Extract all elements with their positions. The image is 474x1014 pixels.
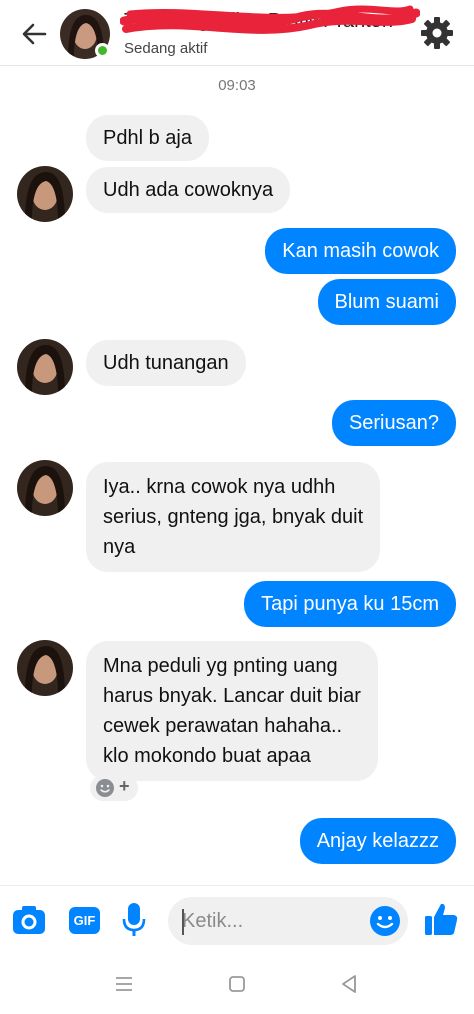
message-input-wrapper[interactable] xyxy=(168,897,408,945)
chat-header: Tiara Anggelina Pratiwi Tanton Sedang ak… xyxy=(0,0,474,66)
gif-icon[interactable]: GIF xyxy=(69,907,100,934)
outgoing-message[interactable]: Blum suami xyxy=(317,279,456,325)
online-indicator xyxy=(95,43,110,58)
gif-label: GIF xyxy=(73,913,96,928)
thumbs-up-icon[interactable] xyxy=(423,901,459,937)
incoming-message[interactable]: Udh ada cowoknya xyxy=(86,167,291,213)
recent-apps-icon[interactable] xyxy=(114,975,134,993)
avatar[interactable] xyxy=(17,460,73,516)
message-text: Blum suami xyxy=(334,291,439,313)
message-timestamp: 09:03 xyxy=(218,77,256,94)
message-text: Pdhl b aja xyxy=(103,127,192,149)
message-text: Udh tunangan xyxy=(103,352,229,374)
message-line: serius, gnteng jga, bnyak duit xyxy=(103,506,364,528)
message-text: Kan masih cowok xyxy=(282,240,439,262)
system-navigation-bar xyxy=(0,956,474,1014)
message-line: Iya.. krna cowok nya udhh xyxy=(103,476,336,498)
add-reaction-button[interactable]: + xyxy=(90,775,138,801)
avatar[interactable] xyxy=(17,640,73,696)
gear-icon[interactable] xyxy=(420,16,454,50)
emoji-icon[interactable] xyxy=(369,905,401,937)
home-icon[interactable] xyxy=(228,975,246,993)
message-line: harus bnyak. Lancar duit biar xyxy=(103,685,361,707)
message-text: Udh ada cowoknya xyxy=(103,179,274,201)
avatar[interactable] xyxy=(17,166,73,222)
microphone-icon[interactable] xyxy=(122,902,146,938)
message-input[interactable] xyxy=(182,905,362,937)
incoming-message[interactable]: Iya.. krna cowok nya udhh serius, gnteng… xyxy=(86,462,381,572)
redaction-scribble xyxy=(120,5,420,34)
text-caret xyxy=(182,909,184,935)
outgoing-message[interactable]: Tapi punya ku 15cm xyxy=(244,581,456,627)
message-text: Tapi punya ku 15cm xyxy=(261,593,439,615)
incoming-message[interactable]: Mna peduli yg pnting uang harus bnyak. L… xyxy=(86,641,378,781)
incoming-message[interactable]: Udh tunangan xyxy=(86,340,246,386)
add-reaction-icon xyxy=(96,779,114,797)
message-line: nya xyxy=(103,536,136,558)
incoming-message[interactable]: Pdhl b aja xyxy=(86,115,209,161)
reaction-plus: + xyxy=(119,776,130,796)
message-text: Anjay kelazzz xyxy=(316,830,439,852)
message-line: klo mokondo buat apaa xyxy=(103,745,311,767)
message-text: Seriusan? xyxy=(348,412,439,434)
outgoing-message[interactable]: Kan masih cowok xyxy=(265,228,456,274)
outgoing-message[interactable]: Anjay kelazzz xyxy=(299,818,456,864)
outgoing-message[interactable]: Seriusan? xyxy=(331,400,456,446)
message-line: cewek perawatan hahaha.. xyxy=(103,715,343,737)
message-composer: GIF xyxy=(0,885,474,955)
camera-icon[interactable] xyxy=(12,905,46,935)
back-nav-icon[interactable] xyxy=(340,974,358,994)
avatar[interactable] xyxy=(17,339,73,395)
back-arrow-icon[interactable] xyxy=(18,18,50,50)
active-status: Sedang aktif xyxy=(124,40,208,57)
message-line: Mna peduli yg pnting uang xyxy=(103,655,338,677)
